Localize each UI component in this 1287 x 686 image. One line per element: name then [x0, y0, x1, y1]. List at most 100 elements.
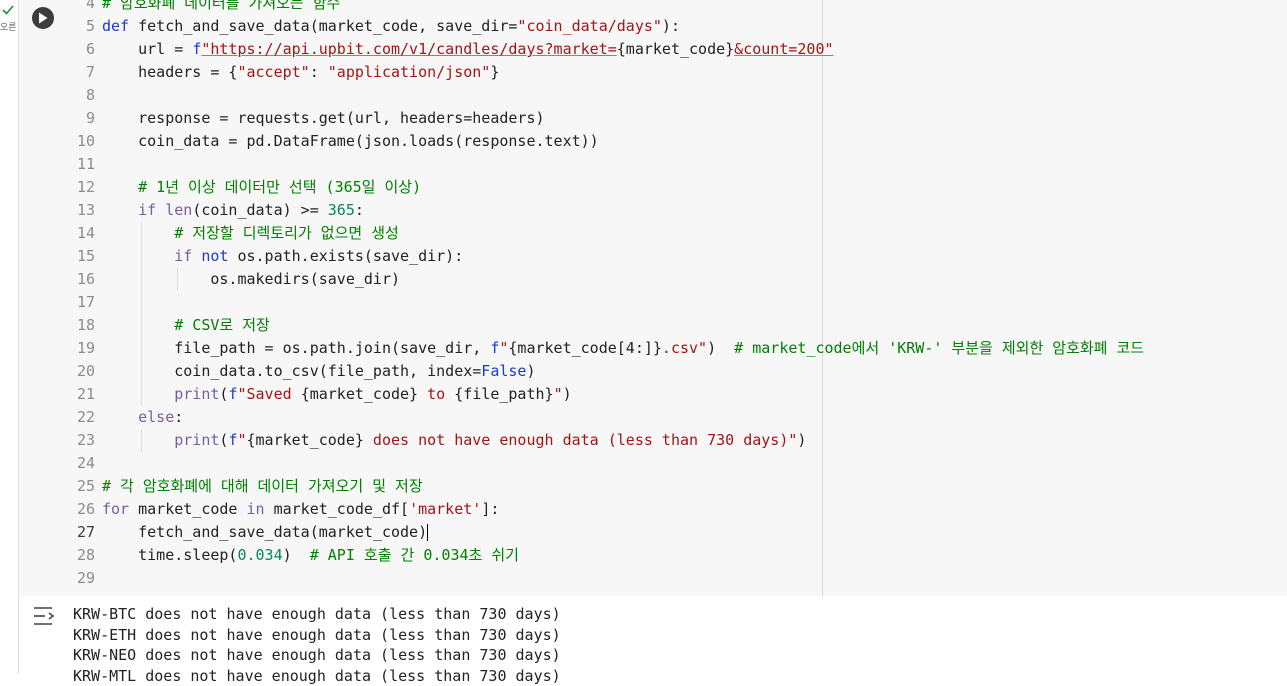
- output-line: KRW-NEO does not have enough data (less …: [73, 645, 561, 666]
- code-line[interactable]: 22 else:: [67, 406, 1287, 429]
- code-token: not: [201, 247, 228, 265]
- check-icon: [2, 4, 14, 16]
- line-number: 12: [67, 176, 95, 199]
- cell-output: KRW-BTC does not have enough data (less …: [19, 596, 1287, 674]
- line-number: 14: [67, 222, 95, 245]
- output-line: KRW-MTL does not have enough data (less …: [73, 666, 561, 686]
- code-token: # 저장할 디렉토리가 없으면 생성: [102, 224, 399, 242]
- line-number: 13: [67, 199, 95, 222]
- code-token: {market_code[4:]}: [508, 339, 662, 357]
- code-token: f: [490, 339, 499, 357]
- code-token: [102, 247, 174, 265]
- play-icon: [38, 12, 48, 24]
- code-line[interactable]: 28 time.sleep(0.034) # API 호출 간 0.034초 쉬…: [67, 544, 1287, 567]
- output-toggle-icon[interactable]: [32, 605, 58, 627]
- code-line[interactable]: 9 response = requests.get(url, headers=h…: [67, 107, 1287, 130]
- cell-gutter: [19, 0, 67, 596]
- code-text: print(f"{market_code} does not have enou…: [102, 429, 806, 452]
- code-token: [192, 247, 201, 265]
- code-line[interactable]: 11: [67, 153, 1287, 176]
- code-line[interactable]: 24: [67, 452, 1287, 475]
- line-number: 16: [67, 268, 95, 291]
- code-line[interactable]: 26for market_code in market_code_df['mar…: [67, 498, 1287, 521]
- code-line[interactable]: 27 fetch_and_save_data(market_code): [67, 521, 1287, 544]
- code-line[interactable]: 5def fetch_and_save_data(market_code, sa…: [67, 15, 1287, 38]
- code-text: response = requests.get(url, headers=hea…: [102, 107, 545, 130]
- code-line[interactable]: 19 file_path = os.path.join(save_dir, f"…: [67, 337, 1287, 360]
- line-number: 8: [67, 84, 95, 107]
- code-token: :: [174, 408, 183, 426]
- code-token: [156, 201, 165, 219]
- line-number: 24: [67, 452, 95, 475]
- code-line[interactable]: 15 if not os.path.exists(save_dir):: [67, 245, 1287, 268]
- code-line[interactable]: 18 # CSV로 저장: [67, 314, 1287, 337]
- line-number: 10: [67, 130, 95, 153]
- code-token: "coin_data/days": [517, 17, 662, 35]
- code-line[interactable]: 21 print(f"Saved {market_code} to {file_…: [67, 383, 1287, 406]
- code-token: def: [102, 17, 129, 35]
- code-token: if: [174, 247, 192, 265]
- code-line[interactable]: 8: [67, 84, 1287, 107]
- code-token: else: [138, 408, 174, 426]
- line-number: 17: [67, 291, 95, 314]
- text-cursor: [427, 524, 428, 541]
- run-cell-button[interactable]: [32, 7, 54, 29]
- code-line[interactable]: 7 headers = {"accept": "application/json…: [67, 61, 1287, 84]
- code-line[interactable]: 25 # 각 암호화폐에 대해 데이터 가져오기 및 저장: [67, 475, 1287, 498]
- line-number: 18: [67, 314, 95, 337]
- code-token: :: [310, 63, 328, 81]
- code-text: # 1년 이상 데이터만 선택 (365일 이상): [102, 176, 421, 199]
- code-text: def fetch_and_save_data(market_code, sav…: [102, 15, 680, 38]
- code-line[interactable]: 29: [67, 567, 1287, 590]
- code-line[interactable]: 4# 암호화폐 데이터를 가져오는 함수: [67, 0, 1287, 15]
- code-token: response = requests.get(url, headers=hea…: [102, 109, 545, 127]
- line-number: 15: [67, 245, 95, 268]
- code-token: # 각 암호화폐에 대해 데이터 가져오기 및 저장: [102, 477, 423, 495]
- output-line: KRW-ETH does not have enough data (less …: [73, 625, 561, 646]
- code-token: # 암호화폐 데이터를 가져오는 함수: [102, 0, 340, 12]
- code-token: to: [418, 385, 454, 403]
- code-token: file_path = os.path.join(save_dir,: [102, 339, 490, 357]
- line-number: 25: [67, 475, 95, 498]
- code-line[interactable]: 16 os.makedirs(save_dir): [67, 268, 1287, 291]
- code-line[interactable]: 12 # 1년 이상 데이터만 선택 (365일 이상): [67, 176, 1287, 199]
- code-token: :: [355, 201, 364, 219]
- code-token: [102, 408, 138, 426]
- line-number: 22: [67, 406, 95, 429]
- code-token: {market_code}: [301, 385, 418, 403]
- code-token: ): [526, 362, 535, 380]
- code-token: 0.034: [237, 546, 282, 564]
- code-line[interactable]: 20 coin_data.to_csv(file_path, index=Fal…: [67, 360, 1287, 383]
- code-editor[interactable]: 4# 암호화폐 데이터를 가져오는 함수5def fetch_and_save_…: [67, 0, 1287, 596]
- line-number: 28: [67, 544, 95, 567]
- code-line[interactable]: 6 url = f"https://api.upbit.com/v1/candl…: [67, 38, 1287, 61]
- code-text: if len(coin_data) >= 365:: [102, 199, 364, 222]
- code-text: # 저장할 디렉토리가 없으면 생성: [102, 222, 399, 245]
- code-line[interactable]: 13 if len(coin_data) >= 365:: [67, 199, 1287, 222]
- code-text: os.makedirs(save_dir): [102, 268, 400, 291]
- code-token: # CSV로 저장: [102, 316, 270, 334]
- code-text: headers = {"accept": "application/json"}: [102, 61, 499, 84]
- code-token: ): [797, 431, 806, 449]
- line-number: 19: [67, 337, 95, 360]
- code-token: 365: [328, 201, 355, 219]
- line-number: 27: [67, 521, 95, 544]
- code-token: &count=200": [734, 40, 833, 58]
- code-token: # 1년 이상 데이터만 선택 (365일 이상): [102, 178, 421, 196]
- code-token: [102, 385, 174, 403]
- code-line[interactable]: 10 coin_data = pd.DataFrame(json.loads(r…: [67, 130, 1287, 153]
- code-token: "application/json": [328, 63, 491, 81]
- code-line[interactable]: 23 print(f"{market_code} does not have e…: [67, 429, 1287, 452]
- code-text: # CSV로 저장: [102, 314, 270, 337]
- code-line[interactable]: 17: [67, 291, 1287, 314]
- code-line[interactable]: 14 # 저장할 디렉토리가 없으면 생성: [67, 222, 1287, 245]
- code-text: coin_data.to_csv(file_path, index=False): [102, 360, 535, 383]
- code-token: ": [554, 385, 563, 403]
- code-token: .csv": [662, 339, 707, 357]
- code-token: "accept": [237, 63, 309, 81]
- cell-status-label: 오른: [0, 20, 17, 33]
- code-text: file_path = os.path.join(save_dir, f"{ma…: [102, 337, 1144, 360]
- code-token: if: [138, 201, 156, 219]
- code-token: fetch_and_save_data(market_code, save_di…: [129, 17, 517, 35]
- code-token: }: [490, 63, 499, 81]
